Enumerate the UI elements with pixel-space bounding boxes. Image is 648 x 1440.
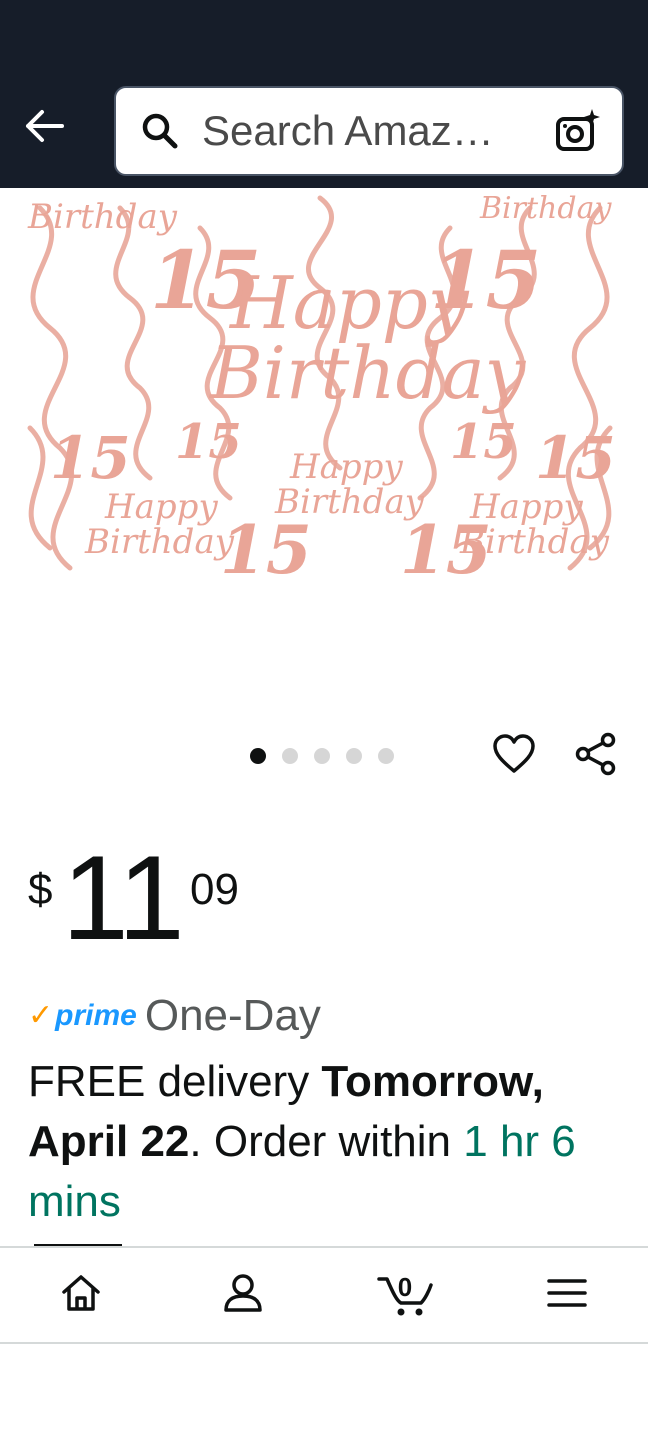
- share-icon: [574, 732, 618, 781]
- decor-text-happy: Happy: [104, 487, 218, 527]
- search-input[interactable]: Search Amaz…: [202, 107, 554, 155]
- back-arrow-icon: [22, 104, 66, 153]
- decor-text-birthday: Birthday: [84, 522, 235, 562]
- account-icon: [222, 1272, 264, 1319]
- birthday-decorations-illustration: Birthday Birthday 15 15 Happy Birthday 1…: [27, 191, 616, 589]
- carousel-dot[interactable]: [314, 748, 330, 764]
- carousel-dot[interactable]: [282, 748, 298, 764]
- menu-icon: [547, 1277, 587, 1314]
- search-bar[interactable]: Search Amaz…: [114, 86, 624, 176]
- product-image[interactable]: Birthday Birthday 15 15 Happy Birthday 1…: [0, 188, 648, 708]
- price-whole: 11: [62, 831, 185, 965]
- nav-cart[interactable]: 0: [324, 1248, 486, 1342]
- back-button[interactable]: [20, 104, 68, 152]
- add-to-wishlist-button[interactable]: [490, 732, 538, 780]
- carousel-dot-active[interactable]: [250, 748, 266, 764]
- carousel-dot[interactable]: [346, 748, 362, 764]
- search-icon: [140, 111, 180, 151]
- home-icon: [60, 1273, 102, 1318]
- cart-count-badge: 0: [397, 1272, 413, 1302]
- decor-number: 15: [50, 424, 131, 492]
- decor-text-birthday: Birthday: [459, 522, 610, 562]
- delivery-speed: One-Day: [144, 991, 321, 1040]
- free-delivery-text: FREE delivery: [28, 1057, 322, 1106]
- prime-label: prime: [55, 999, 137, 1032]
- delivery-message: FREE delivery Tomorrow, April 22. Order …: [28, 1052, 628, 1232]
- prime-logo: ✓ prime: [28, 1001, 137, 1031]
- decor-text-birthday: Birthday: [27, 197, 178, 237]
- nav-menu[interactable]: [486, 1248, 648, 1342]
- price-currency: $: [28, 865, 53, 914]
- decor-text-happy: Happy: [469, 487, 583, 527]
- order-within-text: . Order within: [189, 1117, 464, 1166]
- decor-text-happy: Happy: [289, 447, 403, 487]
- image-carousel-indicator: [250, 748, 394, 764]
- camera-search-icon[interactable]: [554, 107, 602, 155]
- carousel-dot[interactable]: [378, 748, 394, 764]
- share-button[interactable]: [572, 732, 620, 780]
- heart-icon: [492, 733, 536, 779]
- nav-account[interactable]: [162, 1248, 324, 1342]
- decor-text-birthday: Birthday: [479, 191, 612, 226]
- decor-number: 15: [220, 511, 312, 589]
- prime-badge-row: ✓ prime One-Day: [28, 990, 321, 1042]
- decor-number: 15: [535, 424, 616, 492]
- decor-number: 15: [175, 414, 242, 470]
- nav-home[interactable]: [0, 1248, 162, 1342]
- decor-number: 15: [450, 414, 517, 470]
- price-fraction: 09: [190, 865, 239, 914]
- decor-text-birthday: Birthday: [208, 331, 527, 415]
- top-bar: Search Amaz…: [0, 0, 648, 188]
- bottom-navigation: 0: [0, 1246, 648, 1344]
- prime-check-icon: ✓: [28, 999, 54, 1032]
